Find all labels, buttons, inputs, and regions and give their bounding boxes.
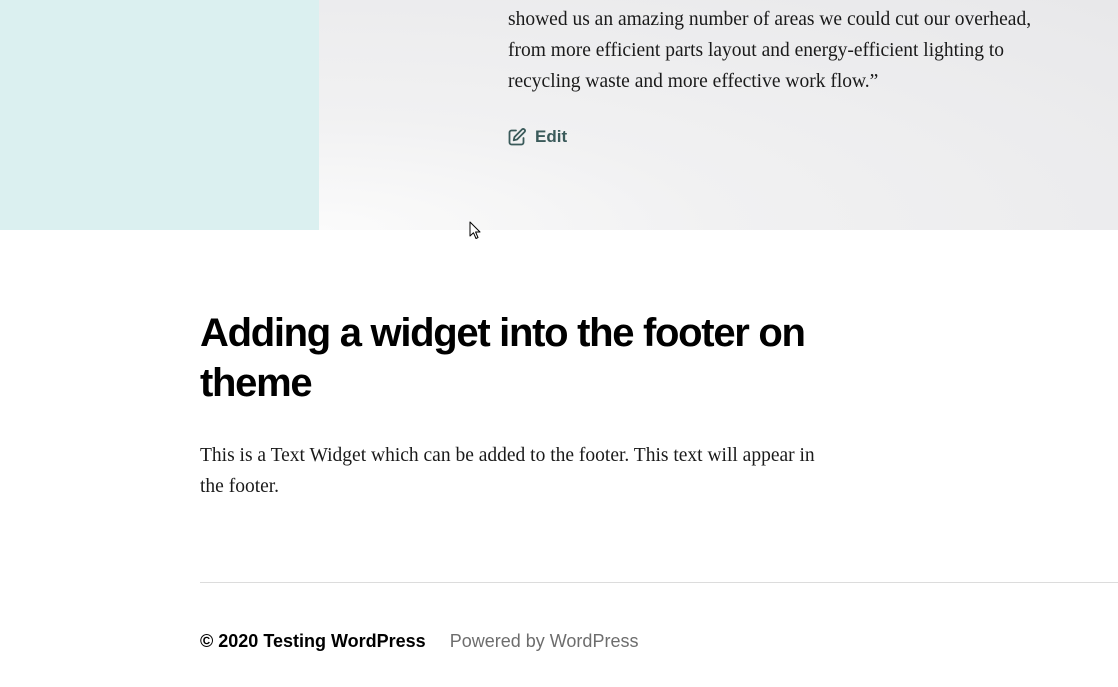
footer-credits: © 2020 Testing WordPress Powered by Word… <box>200 628 638 654</box>
quote-line: showed us an amazing number of areas we … <box>508 9 1032 30</box>
edit-icon <box>507 127 527 147</box>
edit-post-link[interactable]: Edit <box>507 127 567 147</box>
footer-divider <box>200 582 1118 583</box>
post-quote-text: showed us an amazing number of areas we … <box>508 4 1068 97</box>
quote-line: recycling waste and more effective work … <box>508 71 879 92</box>
post-bottom-section: showed us an amazing number of areas we … <box>0 0 1118 230</box>
footer-copyright: © 2020 Testing WordPress <box>200 628 426 654</box>
quote-line: from more efficient parts layout and ene… <box>508 40 1005 61</box>
site-name-link[interactable]: Testing WordPress <box>263 631 425 651</box>
footer-widget-title: Adding a widget into the footer on theme <box>200 311 806 405</box>
footer-widget-text: This is a Text Widget which can be added… <box>200 445 815 497</box>
edit-link-label: Edit <box>535 127 568 146</box>
copyright-year: © 2020 <box>200 631 259 651</box>
teal-decorative-block <box>0 0 319 230</box>
mouse-cursor-icon <box>469 221 481 239</box>
powered-by-wordpress-link[interactable]: Powered by WordPress <box>450 628 639 654</box>
